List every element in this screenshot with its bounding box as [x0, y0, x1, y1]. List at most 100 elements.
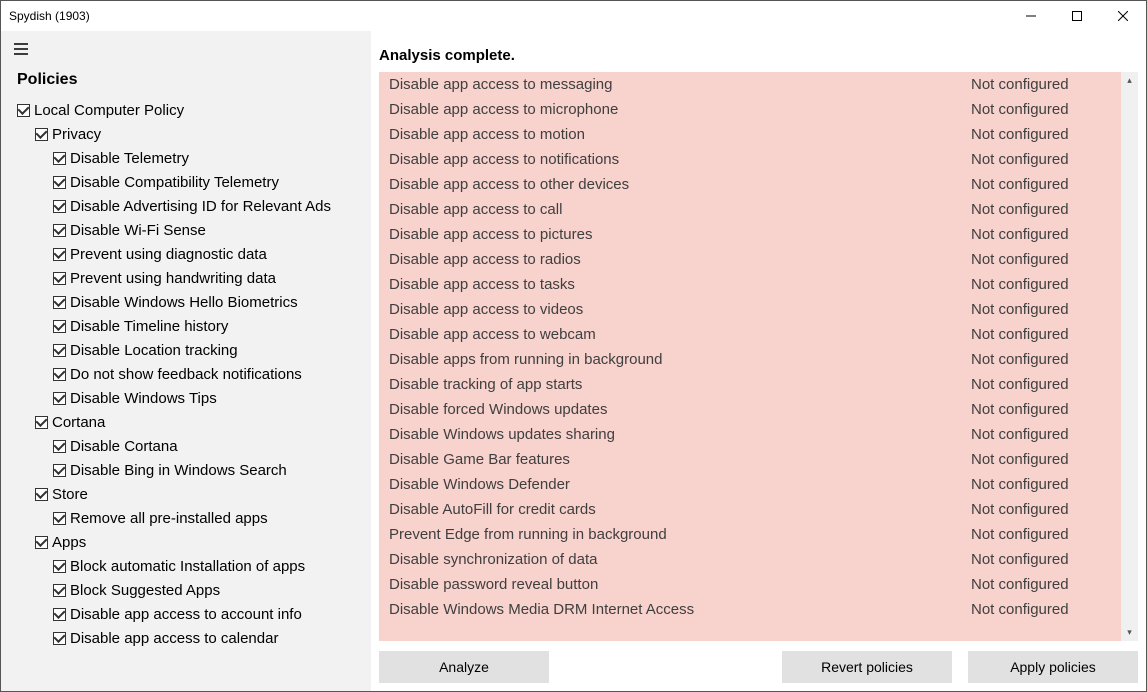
- checkbox[interactable]: [53, 392, 66, 405]
- result-state: Not configured: [971, 274, 1111, 295]
- tree-group-item[interactable]: StoreRemove all pre-installed apps: [35, 483, 367, 531]
- apply-policies-button[interactable]: Apply policies: [968, 651, 1138, 683]
- result-row[interactable]: Disable forced Windows updatesNot config…: [379, 397, 1121, 422]
- checkbox[interactable]: [53, 200, 66, 213]
- tree-leaf-item[interactable]: Disable app access to calendar: [53, 627, 367, 651]
- sidebar: Policies Local Computer PolicyPrivacyDis…: [1, 31, 371, 691]
- result-name: Disable AutoFill for credit cards: [389, 499, 971, 520]
- result-row[interactable]: Disable app access to webcamNot configur…: [379, 322, 1121, 347]
- checkbox[interactable]: [17, 104, 30, 117]
- checkbox[interactable]: [53, 296, 66, 309]
- tree-item-label: Disable Cortana: [70, 438, 178, 455]
- result-row[interactable]: Disable app access to picturesNot config…: [379, 222, 1121, 247]
- tree-root-item[interactable]: Local Computer Policy PrivacyDisable Tele…: [17, 99, 367, 651]
- checkbox[interactable]: [35, 416, 48, 429]
- result-row[interactable]: Disable app access to messagingNot confi…: [379, 72, 1121, 97]
- checkbox[interactable]: [53, 152, 66, 165]
- checkbox[interactable]: [35, 536, 48, 549]
- checkbox[interactable]: [53, 224, 66, 237]
- checkbox[interactable]: [53, 560, 66, 573]
- checkbox[interactable]: [53, 440, 66, 453]
- checkbox[interactable]: [53, 464, 66, 477]
- result-state: Not configured: [971, 449, 1111, 470]
- tree-leaf-item[interactable]: Disable Wi-Fi Sense: [53, 219, 367, 243]
- tree-leaf-item[interactable]: Block automatic Installation of apps: [53, 555, 367, 579]
- maximize-button[interactable]: [1054, 1, 1100, 31]
- tree-item-label: Remove all pre-installed apps: [70, 510, 268, 527]
- tree-leaf-item[interactable]: Prevent using handwriting data: [53, 267, 367, 291]
- result-state: Not configured: [971, 399, 1111, 420]
- revert-policies-button[interactable]: Revert policies: [782, 651, 952, 683]
- tree-leaf-item[interactable]: Block Suggested Apps: [53, 579, 367, 603]
- tree-leaf-item[interactable]: Prevent using diagnostic data: [53, 243, 367, 267]
- tree-leaf-item[interactable]: Disable Windows Hello Biometrics: [53, 291, 367, 315]
- result-row[interactable]: Disable app access to other devicesNot c…: [379, 172, 1121, 197]
- result-row[interactable]: Disable Game Bar featuresNot configured: [379, 447, 1121, 472]
- tree-leaf-item[interactable]: Disable Windows Tips: [53, 387, 367, 411]
- checkbox[interactable]: [53, 248, 66, 261]
- tree-leaf-item[interactable]: Remove all pre-installed apps: [53, 507, 367, 531]
- checkbox[interactable]: [35, 128, 48, 141]
- result-row[interactable]: Disable Windows DefenderNot configured: [379, 472, 1121, 497]
- tree-item-label: Local Computer Policy: [34, 102, 184, 119]
- tree-group-item[interactable]: AppsBlock automatic Installation of apps…: [35, 531, 367, 651]
- checkbox[interactable]: [53, 608, 66, 621]
- scroll-up-arrow-icon[interactable]: ▴: [1121, 72, 1138, 89]
- tree-leaf-item[interactable]: Disable app access to account info: [53, 603, 367, 627]
- result-row[interactable]: Disable apps from running in backgroundN…: [379, 347, 1121, 372]
- hamburger-menu-button[interactable]: [1, 31, 41, 67]
- result-row[interactable]: Disable app access to videosNot configur…: [379, 297, 1121, 322]
- tree-group-item[interactable]: PrivacyDisable TelemetryDisable Compatib…: [35, 123, 367, 411]
- result-row[interactable]: Disable Windows updates sharingNot confi…: [379, 422, 1121, 447]
- result-row[interactable]: Disable tracking of app startsNot config…: [379, 372, 1121, 397]
- result-row[interactable]: Prevent Edge from running in backgroundN…: [379, 522, 1121, 547]
- result-row[interactable]: Disable Windows Media DRM Internet Acces…: [379, 597, 1121, 622]
- tree-item-label: Do not show feedback notifications: [70, 366, 302, 383]
- result-name: Disable app access to videos: [389, 299, 971, 320]
- checkbox[interactable]: [53, 344, 66, 357]
- tree-item-label: Block Suggested Apps: [70, 582, 220, 599]
- tree-leaf-item[interactable]: Do not show feedback notifications: [53, 363, 367, 387]
- tree-leaf-item[interactable]: Disable Timeline history: [53, 315, 367, 339]
- result-row[interactable]: Disable AutoFill for credit cardsNot con…: [379, 497, 1121, 522]
- tree-leaf-item[interactable]: Disable Location tracking: [53, 339, 367, 363]
- checkbox[interactable]: [53, 320, 66, 333]
- tree-leaf-item[interactable]: Disable Compatibility Telemetry: [53, 171, 367, 195]
- result-row[interactable]: Disable app access to microphoneNot conf…: [379, 97, 1121, 122]
- close-button[interactable]: [1100, 1, 1146, 31]
- tree-leaf-item[interactable]: Disable Telemetry: [53, 147, 367, 171]
- checkbox[interactable]: [53, 176, 66, 189]
- window-buttons: [1008, 1, 1146, 31]
- result-row[interactable]: Disable app access to notificationsNot c…: [379, 147, 1121, 172]
- result-row[interactable]: Disable app access to radiosNot configur…: [379, 247, 1121, 272]
- result-name: Disable app access to radios: [389, 249, 971, 270]
- result-row[interactable]: Disable app access to callNot configured: [379, 197, 1121, 222]
- checkbox[interactable]: [53, 512, 66, 525]
- tree-item-label: Disable Wi-Fi Sense: [70, 222, 206, 239]
- result-row[interactable]: Disable app access to tasksNot configure…: [379, 272, 1121, 297]
- result-row[interactable]: Disable password reveal buttonNot config…: [379, 572, 1121, 597]
- policy-tree[interactable]: Local Computer Policy PrivacyDisable Tele…: [1, 99, 371, 691]
- tree-item-label: Disable Location tracking: [70, 342, 238, 359]
- checkbox[interactable]: [53, 368, 66, 381]
- checkbox[interactable]: [53, 272, 66, 285]
- result-name: Disable app access to other devices: [389, 174, 971, 195]
- results-scrollbar[interactable]: ▴ ▾: [1121, 72, 1138, 641]
- tree-leaf-item[interactable]: Disable Advertising ID for Relevant Ads: [53, 195, 367, 219]
- result-name: Disable synchronization of data: [389, 549, 971, 570]
- tree-leaf-item[interactable]: Disable Bing in Windows Search: [53, 459, 367, 483]
- result-name: Disable app access to call: [389, 199, 971, 220]
- result-state: Not configured: [971, 374, 1111, 395]
- result-state: Not configured: [971, 299, 1111, 320]
- checkbox[interactable]: [53, 632, 66, 645]
- scroll-down-arrow-icon[interactable]: ▾: [1121, 624, 1138, 641]
- analyze-button[interactable]: Analyze: [379, 651, 549, 683]
- minimize-button[interactable]: [1008, 1, 1054, 31]
- result-row[interactable]: Disable synchronization of dataNot confi…: [379, 547, 1121, 572]
- checkbox[interactable]: [35, 488, 48, 501]
- checkbox[interactable]: [53, 584, 66, 597]
- tree-leaf-item[interactable]: Disable Cortana: [53, 435, 367, 459]
- result-row[interactable]: Disable app access to motionNot configur…: [379, 122, 1121, 147]
- tree-group-item[interactable]: CortanaDisable CortanaDisable Bing in Wi…: [35, 411, 367, 483]
- action-buttons: Analyze Revert policies Apply policies: [379, 641, 1138, 683]
